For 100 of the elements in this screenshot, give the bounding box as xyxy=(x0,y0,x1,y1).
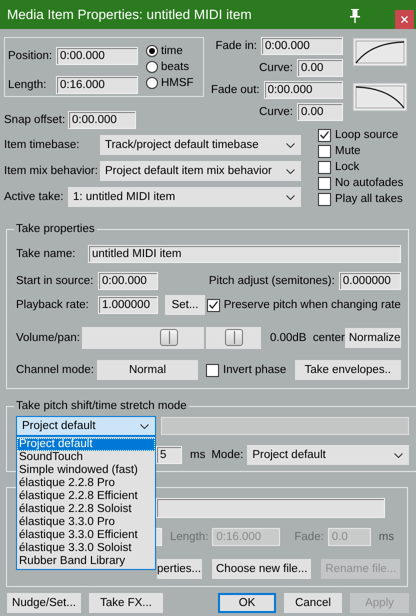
field-label: Active take: xyxy=(4,191,64,203)
slider-thumb[interactable] xyxy=(224,329,242,346)
list-option[interactable]: élastique 2.2.8 Pro xyxy=(17,477,155,490)
list-option[interactable]: Simple windowed (fast) xyxy=(17,464,155,477)
unit-label: ms xyxy=(378,531,394,543)
slider-thumb[interactable] xyxy=(160,329,178,346)
checkbox[interactable] xyxy=(318,192,331,206)
input-field[interactable] xyxy=(156,498,385,518)
dialog-button[interactable]: Choose new file... xyxy=(212,559,312,579)
radio-button[interactable] xyxy=(146,45,158,57)
radio-label[interactable]: beats xyxy=(161,61,190,73)
list-option[interactable]: élastique 3.3.0 Soloist xyxy=(17,542,155,555)
field-label: Channel mode: xyxy=(16,364,95,376)
dialog-button[interactable]: Nudge/Set... xyxy=(7,593,81,613)
set-button[interactable]: Set... xyxy=(165,295,205,315)
field-label: Start in source: xyxy=(16,275,94,287)
dialog-button[interactable]: Take FX... xyxy=(89,593,163,613)
field-label: Fade: xyxy=(294,531,324,543)
chevron-icon xyxy=(140,424,149,428)
checkbox[interactable] xyxy=(318,176,331,190)
list-option[interactable]: SoundTouch xyxy=(17,451,155,464)
checkbox-label[interactable]: Invert phase xyxy=(223,364,286,376)
input-field[interactable]: 0:00.000 xyxy=(261,37,343,55)
field-label: Volume/pan: xyxy=(16,332,81,344)
checkbox[interactable] xyxy=(318,160,331,174)
input-field[interactable]: 0:16.000 xyxy=(56,76,138,94)
window-title: Media Item Properties: untitled MIDI item xyxy=(7,7,252,22)
input-field[interactable] xyxy=(156,528,162,546)
field-label: Mode: xyxy=(211,449,244,461)
take-envelopes-button[interactable]: Take envelopes.. xyxy=(294,360,401,380)
fade-in-curve-icon[interactable] xyxy=(353,38,407,66)
checkbox[interactable] xyxy=(318,144,331,158)
close-icon xyxy=(401,16,408,23)
input-field[interactable]: 1.000000 xyxy=(98,296,158,314)
dropdown[interactable]: Project default xyxy=(247,445,410,465)
normalize-button[interactable]: Normalize xyxy=(344,328,401,348)
chevron-icon xyxy=(394,452,404,458)
checkbox[interactable] xyxy=(318,128,331,142)
group-title: Take properties xyxy=(15,223,96,235)
field-label: Fade out: xyxy=(211,84,260,96)
list-option[interactable]: élastique 3.3.0 Pro xyxy=(17,516,155,529)
volume-slider[interactable] xyxy=(82,327,204,349)
checkbox-label[interactable]: No autofades xyxy=(335,177,404,189)
field-label: Length: xyxy=(170,531,208,543)
dropdown[interactable]: 1: untitled MIDI item xyxy=(68,187,301,207)
field-label: Item timebase: xyxy=(4,139,80,151)
list-option[interactable]: Rubber Band Library xyxy=(17,555,155,568)
checkbox-label[interactable]: Lock xyxy=(335,161,360,173)
dropdown[interactable]: Project default item mix behavior xyxy=(100,161,301,181)
chevron-icon xyxy=(286,194,295,200)
input-field[interactable]: 0:00.000 xyxy=(56,47,138,66)
radio-button[interactable] xyxy=(146,77,158,89)
field-label: Length: xyxy=(8,78,48,91)
field-label: Playback rate: xyxy=(16,299,90,311)
input-field[interactable]: 0:00.000 xyxy=(68,111,136,129)
checkbox[interactable] xyxy=(206,364,219,376)
volume-pan-reading: 0.00dB center xyxy=(270,332,345,344)
list-option[interactable]: élastique 2.2.8 Soloist xyxy=(17,503,155,516)
close-button[interactable] xyxy=(395,10,414,29)
dialog-button[interactable]: Cancel xyxy=(284,593,342,613)
input-field[interactable]: 0.00 xyxy=(297,59,343,77)
dropdown[interactable]: Track/project default timebase xyxy=(100,135,301,155)
input-field[interactable]: untitled MIDI item xyxy=(88,245,401,263)
field-label: Position: xyxy=(8,50,54,62)
input-field[interactable]: 0:00.000 xyxy=(264,81,343,99)
group-title: Take pitch shift/time stretch mode xyxy=(15,400,188,412)
checkmark-icon xyxy=(320,131,329,139)
field-label: Curve: xyxy=(259,62,293,74)
field-label: Pitch adjust (semitones): xyxy=(208,275,335,287)
checkbox[interactable] xyxy=(206,298,220,312)
field-label: Curve: xyxy=(259,106,293,118)
fade-out-curve-icon[interactable] xyxy=(353,83,407,111)
field-label: Take name: xyxy=(16,248,76,260)
list-option[interactable]: élastique 3.3.0 Efficient xyxy=(17,529,155,542)
dialog-button[interactable]: OK xyxy=(218,593,276,613)
unit-label: ms xyxy=(190,449,206,461)
dialog-button[interactable]: perties... xyxy=(157,559,202,579)
field-label: Fade in: xyxy=(215,40,257,52)
list-option[interactable]: élastique 2.2.8 Efficient xyxy=(17,490,155,503)
radio-label[interactable]: time xyxy=(161,45,183,57)
checkbox-label[interactable]: Loop source xyxy=(335,129,398,141)
input-field[interactable]: 0:00.000 xyxy=(98,272,158,290)
input-field[interactable]: 0.00 xyxy=(297,103,343,121)
radio-button[interactable] xyxy=(146,61,158,73)
checkbox-label[interactable]: Preserve pitch when changing rate xyxy=(224,299,401,311)
checkbox-label[interactable]: Mute xyxy=(335,145,361,157)
radio-label[interactable]: HMSF xyxy=(161,77,194,89)
list-option[interactable]: Project default xyxy=(17,438,155,451)
input-field[interactable]: 0.000000 xyxy=(338,272,401,290)
checkmark-icon xyxy=(208,301,218,309)
checkbox-label[interactable]: Play all takes xyxy=(335,193,403,205)
pan-slider[interactable] xyxy=(206,327,261,349)
pin-icon[interactable] xyxy=(349,8,361,23)
channel-mode-button[interactable]: Normal xyxy=(97,360,198,380)
chevron-icon xyxy=(286,142,295,148)
field-label: Snap offset: xyxy=(4,114,66,126)
chevron-icon xyxy=(286,168,295,174)
input-field[interactable]: 5 xyxy=(156,446,182,464)
field-label: Item mix behavior: xyxy=(4,165,99,177)
dropdown[interactable]: Project default xyxy=(16,416,156,436)
